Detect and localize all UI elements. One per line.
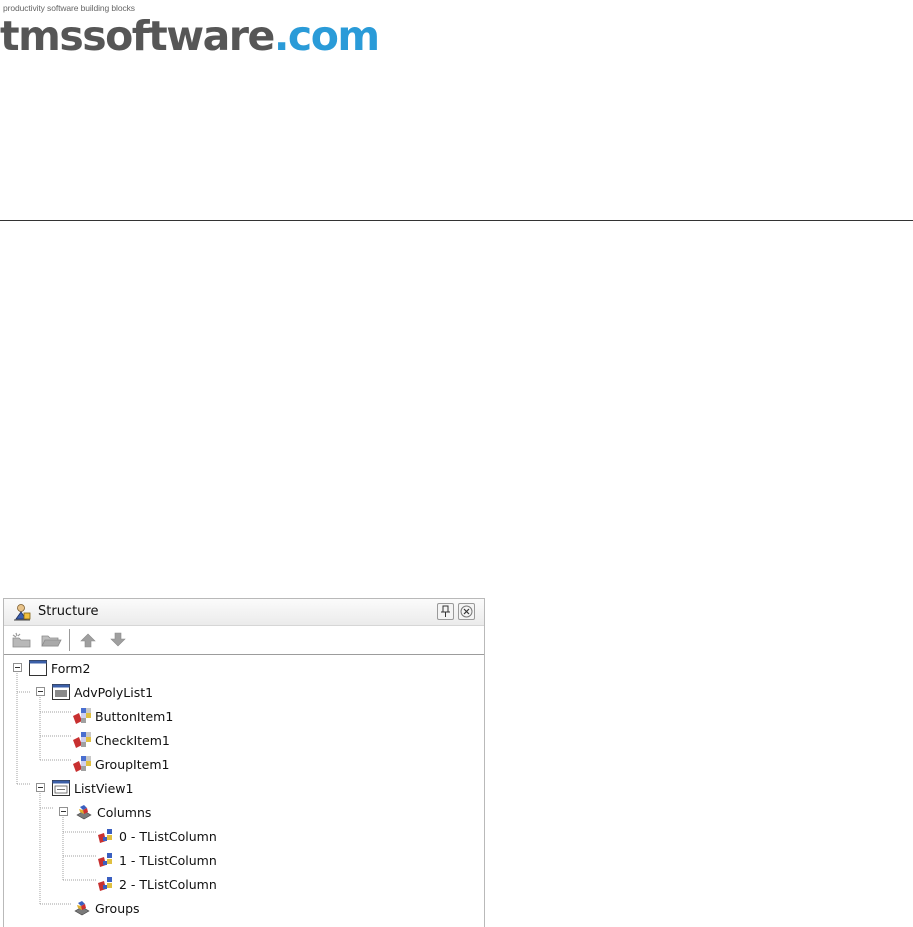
tree-node[interactable]: Columns bbox=[54, 802, 151, 822]
collection-icon bbox=[74, 803, 94, 821]
panel-titlebar: Structure bbox=[4, 599, 484, 626]
tree-node-label: 0 - TListColumn bbox=[119, 828, 217, 844]
tree-node-label: CheckItem1 bbox=[95, 732, 170, 748]
arrow-down-icon[interactable] bbox=[107, 631, 129, 649]
tree-node-label: ListView1 bbox=[74, 780, 134, 796]
tree-node-label: ButtonItem1 bbox=[95, 708, 174, 724]
new-item-icon[interactable] bbox=[10, 631, 32, 649]
form-icon bbox=[28, 659, 48, 677]
column-icon bbox=[96, 827, 116, 845]
logo-wordmark: tmssoftware.com bbox=[0, 12, 380, 60]
column-icon bbox=[96, 851, 116, 869]
panel-toolbar bbox=[4, 626, 484, 655]
arrow-up-icon[interactable] bbox=[77, 631, 99, 649]
tree-node-label: Groups bbox=[95, 900, 140, 916]
tree-node[interactable]: Groups bbox=[8, 898, 140, 918]
tree-node-label: Columns bbox=[97, 804, 152, 820]
tree-collapse-toggle[interactable] bbox=[36, 783, 45, 792]
panel-title: Structure bbox=[38, 604, 99, 619]
pin-button[interactable] bbox=[437, 603, 454, 620]
tree-node[interactable]: 0 - TListColumn bbox=[8, 826, 217, 846]
tree-node[interactable]: GroupItem1 bbox=[8, 754, 169, 774]
tree-node[interactable]: CheckItem1 bbox=[8, 730, 170, 750]
tree-node[interactable]: Form2 bbox=[8, 658, 90, 678]
item-icon bbox=[72, 731, 92, 749]
open-folder-icon[interactable] bbox=[40, 631, 62, 649]
structure-tree: Form2 AdvPolyList1 ButtonItem1 CheckItem1 Gr… bbox=[4, 656, 484, 927]
tree-node-label: Form2 bbox=[51, 660, 91, 676]
tree-node[interactable]: 1 - TListColumn bbox=[8, 850, 217, 870]
item-icon bbox=[72, 755, 92, 773]
tree-node[interactable]: ListView1 bbox=[31, 778, 133, 798]
structure-panel: Structure Form2 AdvPolyList1 ButtonItem1… bbox=[3, 598, 485, 927]
toolbar-separator bbox=[69, 629, 70, 651]
tree-node-label: AdvPolyList1 bbox=[74, 684, 154, 700]
logo-brand-main: tmssoftware bbox=[0, 12, 275, 60]
tree-node[interactable]: AdvPolyList1 bbox=[31, 682, 153, 702]
tree-node[interactable]: ButtonItem1 bbox=[8, 706, 173, 726]
tree-collapse-toggle[interactable] bbox=[59, 807, 68, 816]
item-icon bbox=[72, 707, 92, 725]
pin-icon bbox=[441, 605, 450, 617]
polylist-icon bbox=[51, 683, 71, 701]
tree-node-label: 1 - TListColumn bbox=[119, 852, 217, 868]
close-button[interactable] bbox=[458, 603, 475, 620]
tree-node[interactable]: 2 - TListColumn bbox=[8, 874, 217, 894]
close-icon bbox=[460, 605, 473, 618]
column-icon bbox=[96, 875, 116, 893]
tree-node-label: GroupItem1 bbox=[95, 756, 170, 772]
horizontal-divider bbox=[0, 220, 913, 221]
logo-brand-suffix: .com bbox=[273, 12, 380, 60]
tree-node-label: 2 - TListColumn bbox=[119, 876, 217, 892]
tree-collapse-toggle[interactable] bbox=[36, 687, 45, 696]
listview-icon bbox=[51, 779, 71, 797]
tree-collapse-toggle[interactable] bbox=[13, 663, 22, 672]
collection-icon bbox=[72, 899, 92, 917]
structure-icon bbox=[12, 603, 32, 621]
